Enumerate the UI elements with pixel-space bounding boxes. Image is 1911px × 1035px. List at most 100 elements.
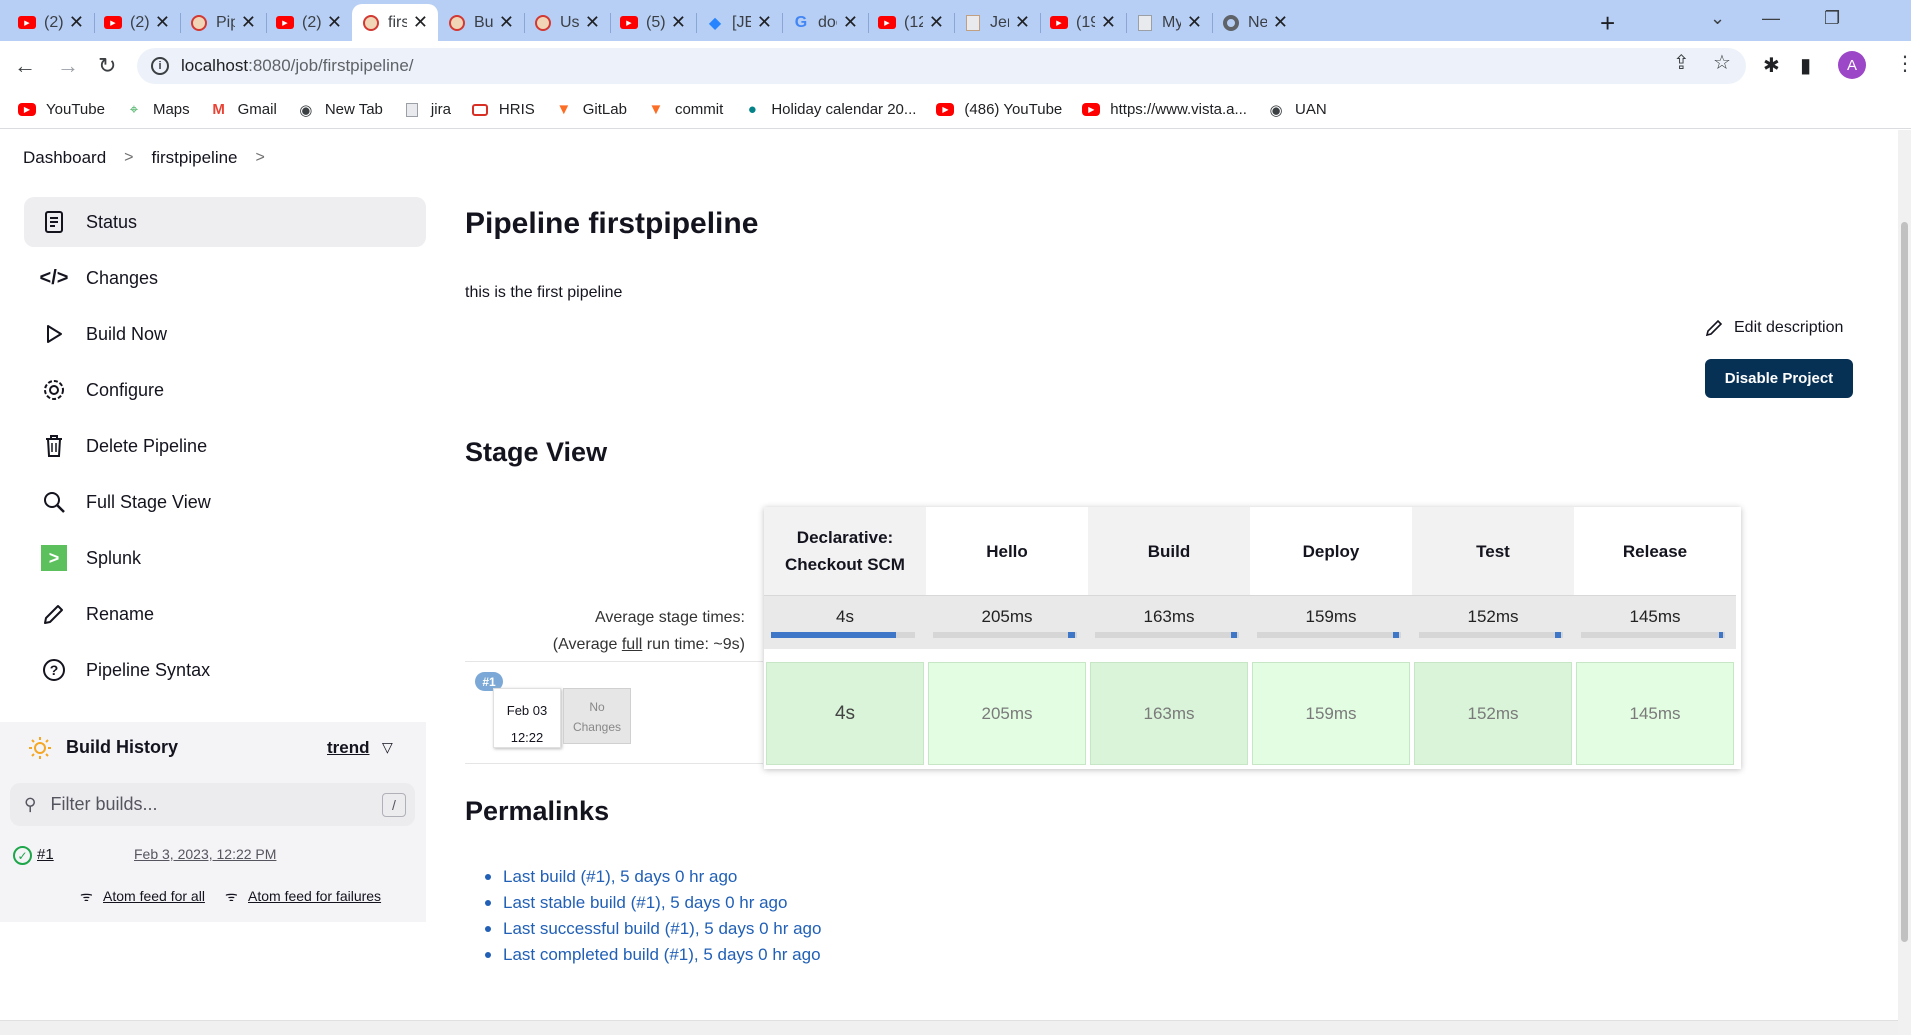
browser-tab[interactable]: ▶ (12) ✕	[868, 4, 954, 41]
jenkins-icon	[534, 14, 552, 32]
breadcrumb-dashboard[interactable]: Dashboard	[23, 148, 106, 168]
bookmark-item[interactable]: M Gmail	[210, 101, 276, 118]
breadcrumb-job[interactable]: firstpipeline	[152, 148, 238, 168]
new-tab-button[interactable]: +	[1600, 8, 1615, 39]
bookmark-item[interactable]: ◉ UAN	[1267, 101, 1326, 119]
tab-search-icon[interactable]: ⌄	[1710, 8, 1725, 29]
sidebar-item-status[interactable]: Status	[24, 197, 426, 247]
sidebar-item-code[interactable]: </> Changes	[24, 253, 426, 303]
close-tab-icon[interactable]: ✕	[499, 12, 514, 33]
sidebar-item-pencil[interactable]: Rename	[24, 589, 426, 639]
close-tab-icon[interactable]: ✕	[843, 12, 858, 33]
bookmark-item[interactable]: ⌖ Maps	[125, 101, 190, 118]
address-bar[interactable]: i localhost:8080/job/firstpipeline/	[137, 48, 1746, 84]
stage-run-cell[interactable]: 4s	[766, 662, 924, 765]
build-date-link[interactable]: Feb 3, 2023, 12:22 PM	[134, 846, 276, 862]
browser-tab[interactable]: Buil ✕	[438, 4, 524, 41]
share-icon[interactable]: ⇪	[1673, 50, 1690, 75]
bookmark-item[interactable]: ▼ GitLab	[555, 101, 627, 118]
youtube-icon: ▶	[276, 14, 294, 32]
browser-tab[interactable]: ▶ (2) ✕	[8, 4, 94, 41]
help-icon: ?	[40, 656, 68, 684]
browser-tab[interactable]: ◆ [JEN ✕	[696, 4, 782, 41]
filter-builds-input[interactable]: ⚲ Filter builds... /	[10, 783, 415, 826]
back-icon[interactable]: ←	[14, 53, 36, 79]
side-panel-icon[interactable]: ▮	[1800, 53, 1811, 78]
browser-tab[interactable]: Nev ✕	[1212, 4, 1298, 41]
browser-tab[interactable]: My ✕	[1126, 4, 1212, 41]
atom-feed-failures-link[interactable]: Atom feed for failures	[248, 888, 381, 904]
disable-project-button[interactable]: Disable Project	[1705, 359, 1853, 398]
permalink-item[interactable]: Last successful build (#1), 5 days 0 hr …	[500, 916, 821, 942]
minimize-icon[interactable]: —	[1762, 8, 1780, 29]
reload-icon[interactable]: ↻	[98, 53, 116, 79]
scrollbar-thumb[interactable]	[1901, 222, 1908, 942]
stage-run-cell[interactable]: 145ms	[1576, 662, 1734, 765]
browser-tab[interactable]: ▶ (2) ✕	[266, 4, 352, 41]
bookmark-item[interactable]: ▶ (486) YouTube	[936, 101, 1062, 118]
edit-description-link[interactable]: Edit description	[1704, 318, 1843, 338]
bookmark-item[interactable]: ◉ New Tab	[297, 101, 383, 119]
close-tab-icon[interactable]: ✕	[69, 12, 84, 33]
browser-tab[interactable]: Jen ✕	[954, 4, 1040, 41]
stage-run-cell[interactable]: 159ms	[1252, 662, 1410, 765]
browser-tab[interactable]: Pip ✕	[180, 4, 266, 41]
bookmark-star-icon[interactable]: ☆	[1713, 50, 1731, 75]
no-changes-box[interactable]: No Changes	[563, 688, 631, 744]
bookmark-label: jira	[430, 101, 451, 118]
bookmark-item[interactable]: ▶ https://www.vista.a...	[1082, 101, 1247, 118]
bookmark-item[interactable]: HRIS	[471, 101, 535, 118]
permalink-item[interactable]: Last completed build (#1), 5 days 0 hr a…	[500, 942, 821, 968]
permalink-item[interactable]: Last build (#1), 5 days 0 hr ago	[500, 864, 821, 890]
site-info-icon[interactable]: i	[151, 57, 169, 75]
restore-icon[interactable]: ❐	[1824, 8, 1840, 29]
sidebar-item-help[interactable]: ? Pipeline Syntax	[24, 645, 426, 695]
youtube-icon: ▶	[104, 14, 122, 32]
extensions-icon[interactable]: ✱	[1763, 53, 1780, 78]
full-run-time-link[interactable]: full	[622, 636, 642, 653]
bookmark-item[interactable]: jira	[403, 101, 451, 118]
browser-tab[interactable]: first ✕	[352, 4, 438, 41]
close-tab-icon[interactable]: ✕	[1273, 12, 1288, 33]
stage-column: Declarative: Checkout SCM 4s 4s	[764, 507, 926, 769]
profile-avatar[interactable]: A	[1838, 51, 1866, 79]
bookmark-item[interactable]: ▼ commit	[647, 101, 724, 118]
sidebar-item-gear[interactable]: Configure	[24, 365, 426, 415]
close-tab-icon[interactable]: ✕	[1101, 12, 1116, 33]
permalink-item[interactable]: Last stable build (#1), 5 days 0 hr ago	[500, 890, 821, 916]
browser-tab[interactable]: Gdoc ✕	[782, 4, 868, 41]
browser-tab[interactable]: Usir ✕	[524, 4, 610, 41]
close-tab-icon[interactable]: ✕	[1187, 12, 1202, 33]
browser-tab[interactable]: ▶ (5) ✕	[610, 4, 696, 41]
sidebar-item-splunk[interactable]: > Splunk	[24, 533, 426, 583]
close-tab-icon[interactable]: ✕	[413, 12, 428, 33]
trend-link[interactable]: trend	[327, 738, 370, 758]
page-scrollbar[interactable]	[1898, 130, 1911, 1035]
build-number-link[interactable]: #1	[37, 846, 54, 863]
sidebar-item-play[interactable]: Build Now	[24, 309, 426, 359]
close-tab-icon[interactable]: ✕	[929, 12, 944, 33]
atom-feed-all-link[interactable]: Atom feed for all	[103, 888, 205, 904]
chevron-right-icon[interactable]: >	[256, 149, 265, 167]
browser-tab[interactable]: ▶ (19) ✕	[1040, 4, 1126, 41]
run-date: Feb 03 12:22	[493, 688, 561, 748]
close-tab-icon[interactable]: ✕	[757, 12, 772, 33]
sidebar-item-trash[interactable]: Delete Pipeline	[24, 421, 426, 471]
forward-icon[interactable]: →	[57, 53, 79, 79]
bookmark-item[interactable]: ● Holiday calendar 20...	[743, 101, 917, 118]
sidebar-item-search[interactable]: Full Stage View	[24, 477, 426, 527]
close-tab-icon[interactable]: ✕	[671, 12, 686, 33]
stage-run-cell[interactable]: 152ms	[1414, 662, 1572, 765]
chevron-down-icon[interactable]: ▽	[382, 739, 393, 756]
close-tab-icon[interactable]: ✕	[1015, 12, 1030, 33]
stage-run-cell[interactable]: 163ms	[1090, 662, 1248, 765]
bookmark-item[interactable]: ▶ YouTube	[18, 101, 105, 118]
close-tab-icon[interactable]: ✕	[327, 12, 342, 33]
stage-run-cell[interactable]: 205ms	[928, 662, 1086, 765]
browser-tab[interactable]: ▶ (2) ✕	[94, 4, 180, 41]
chevron-right-icon[interactable]: >	[124, 149, 133, 167]
close-tab-icon[interactable]: ✕	[241, 12, 256, 33]
close-tab-icon[interactable]: ✕	[585, 12, 600, 33]
close-tab-icon[interactable]: ✕	[155, 12, 170, 33]
menu-icon[interactable]: ⋮	[1895, 51, 1911, 76]
